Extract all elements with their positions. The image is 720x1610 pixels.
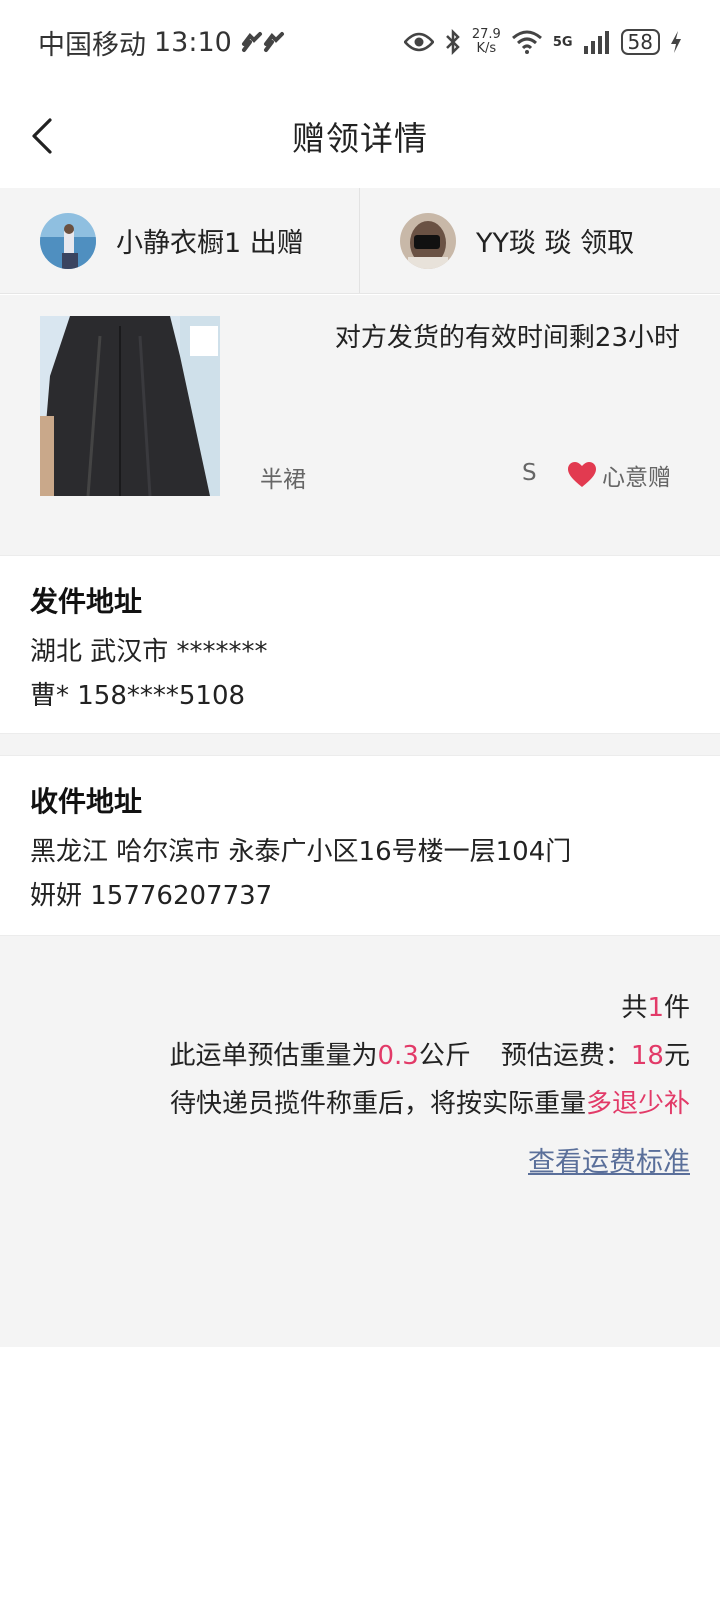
status-right: 27.9 K/s 5G 58 [403,28,682,56]
send-address-title: 发件地址 [30,585,143,618]
note-prefix: 待快递员揽件称重后，将按实际重量 [169,1089,586,1119]
shipping-info: 共1件 此运单预估重量为0.3公斤 预估运费：18元 待快递员揽件称重后，将按实际… [0,935,720,1347]
receive-address-title: 收件地址 [30,785,143,818]
heart-icon [568,462,596,487]
giver-name: 小静衣橱1 出赠 [116,228,304,259]
receive-address-card: 收件地址 黑龙江 哈尔滨市 永泰广小区16号楼一层104门 妍妍 1577620… [0,755,720,935]
fee-standard-link[interactable]: 查看运费标准 [528,1140,690,1179]
receiver-avatar[interactable] [400,212,456,269]
gift-parties: 小静衣橱1 出赠 YY琰 琰 领取 [0,188,720,294]
speed-value: 27.9 [471,27,501,42]
clock: 13:10 [154,26,232,58]
giver-avatar[interactable] [40,212,96,269]
signal-icon [583,31,609,54]
fee-value: 18 [630,1041,664,1071]
network-speed: 27.9 K/s [472,28,501,56]
status-left: 中国移动 13:10 [38,23,288,62]
gift-tag-label: 心意赠 [602,465,671,491]
page-title: 赠领详情 [292,119,428,158]
charging-icon [671,31,681,53]
gift-tag: 心意赠 [568,458,671,492]
fee-prefix: 预估运费： [500,1041,631,1071]
count-prefix: 共 [621,993,648,1023]
ship-deadline-text: 对方发货的有效时间剩23小时 [334,323,680,353]
weight-value: 0.3 [377,1041,419,1071]
receive-contact-line: 妍妍 15776207737 [30,881,273,911]
carrier-label: 中国移动 [38,29,146,61]
product-category: 半裙 [260,467,306,493]
item-count: 1 [647,993,664,1023]
count-suffix: 件 [663,993,690,1023]
weight-fee-line: 此运单预估重量为0.3公斤 预估运费：18元 [0,1032,690,1080]
notification-icon [241,32,284,52]
receiver-cell[interactable]: YY琰 琰 领取 [360,188,720,293]
back-button[interactable] [22,116,62,156]
note-highlight: 多退少补 [585,1089,690,1119]
status-bar: 中国移动 13:10 27.9 K/s 5G 58 [0,0,720,84]
product-image[interactable] [40,316,220,496]
giver-cell[interactable]: 小静衣橱1 出赠 [0,188,360,293]
receiver-name: YY琰 琰 领取 [476,228,635,259]
send-address-line: 湖北 武汉市 ******* [30,637,268,667]
weight-prefix: 此运单预估重量为 [169,1041,378,1071]
item-count-line: 共1件 [0,984,690,1032]
receive-address-line: 黑龙江 哈尔滨市 永泰广小区16号楼一层104门 [30,837,572,867]
weight-unit: 公斤 [418,1041,471,1071]
speed-unit: K/s [476,41,497,56]
weighing-note-line: 待快递员揽件称重后，将按实际重量多退少补 [0,1080,690,1128]
battery-indicator: 58 [620,29,660,55]
send-address-card: 发件地址 湖北 武汉市 ******* 曹* 158****5108 [0,555,720,733]
bluetooth-icon [445,29,460,55]
send-contact-line: 曹* 158****5108 [30,681,246,711]
section-divider [0,733,720,755]
wifi-icon [511,30,542,54]
nav-header: 赠领详情 [0,84,720,188]
chevron-left-icon [32,118,52,154]
network-type: 5G [552,34,573,50]
product-size: S [522,460,537,486]
fee-unit: 元 [663,1041,690,1071]
product-card[interactable]: 对方发货的有效时间剩23小时 半裙 S 心意赠 [0,295,720,555]
eye-icon [403,32,434,52]
